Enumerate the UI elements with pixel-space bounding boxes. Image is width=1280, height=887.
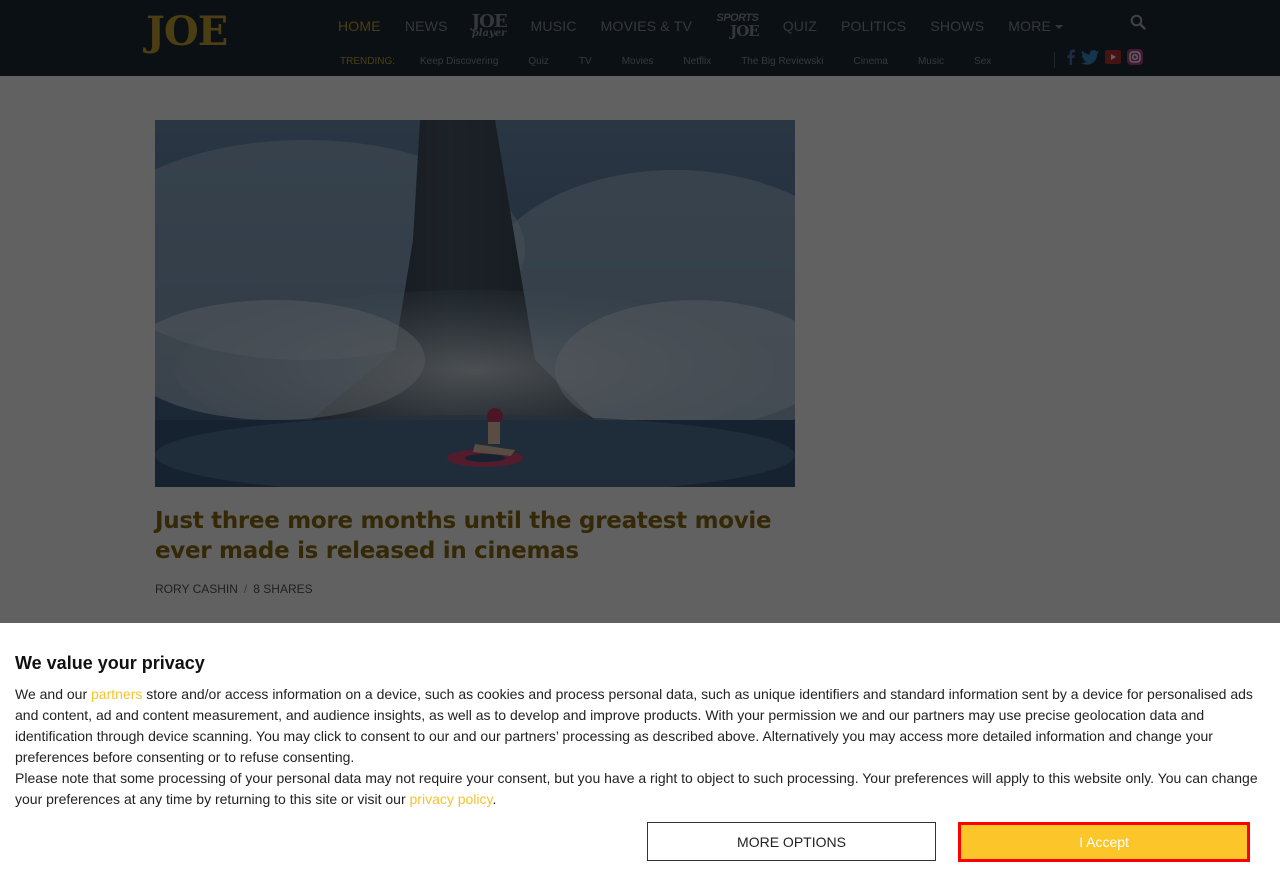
trending-item[interactable]: Movies — [622, 56, 654, 67]
trending-item[interactable]: Cinema — [853, 56, 887, 67]
trending-item[interactable]: Keep Discovering — [420, 56, 498, 67]
accept-button[interactable]: I Accept — [958, 822, 1250, 862]
nav-music[interactable]: MUSIC — [531, 18, 577, 34]
trending-item[interactable]: Quiz — [528, 56, 549, 67]
facebook-icon[interactable] — [1066, 49, 1075, 65]
trending-item[interactable]: Sex — [974, 56, 991, 67]
top-navbar: JOE HOME NEWS JOE player MUSIC MOVIES & … — [0, 0, 1280, 76]
trending-item[interactable]: The Big Reviewski — [741, 56, 823, 67]
youtube-icon[interactable] — [1105, 50, 1121, 64]
nav-shows[interactable]: SHOWS — [930, 18, 984, 34]
site-logo[interactable]: JOE — [146, 10, 228, 54]
twitter-icon[interactable] — [1081, 49, 1099, 65]
article-author[interactable]: RORY CASHIN — [155, 582, 238, 596]
privacy-policy-link[interactable]: privacy policy — [410, 791, 493, 807]
partners-link[interactable]: partners — [91, 686, 142, 702]
joe-player-subtitle: player — [471, 28, 507, 39]
sportsjoe-bottom: JOE — [730, 22, 760, 40]
nav-more[interactable]: MORE — [1008, 18, 1064, 34]
trending-item[interactable]: Music — [918, 56, 944, 67]
more-options-button[interactable]: MORE OPTIONS — [647, 822, 936, 861]
trending-label: TRENDING: — [340, 55, 395, 67]
trending-item[interactable]: Netflix — [683, 56, 711, 67]
nav-home[interactable]: HOME — [338, 18, 381, 34]
consent-p1-text: We and our — [15, 686, 92, 702]
trending-item[interactable]: TV — [579, 56, 592, 67]
nav-divider — [1054, 52, 1055, 68]
article-shares: 8 SHARES — [253, 582, 313, 596]
caret-down-icon — [1055, 25, 1064, 30]
instagram-icon[interactable] — [1127, 49, 1143, 65]
nav-more-label: MORE — [1008, 18, 1052, 34]
consent-p1-rest: store and/or access information on a dev… — [15, 686, 1253, 765]
hero-image[interactable] — [155, 120, 795, 487]
social-links — [1066, 49, 1143, 65]
consent-p2-text: Please note that some processing of your… — [15, 770, 1258, 807]
nav-movies-tv[interactable]: MOVIES & TV — [601, 18, 692, 34]
consent-body: We and our partners store and/or access … — [15, 684, 1260, 810]
article-title[interactable]: Just three more months until the greates… — [155, 506, 795, 566]
trending-bar: TRENDING: Keep Discovering Quiz TV Movie… — [340, 54, 1021, 68]
nav-news[interactable]: NEWS — [405, 18, 448, 34]
nav-sportsjoe-logo[interactable]: SPORTS JOE — [716, 13, 759, 39]
search-icon[interactable] — [1130, 14, 1146, 30]
nav-quiz[interactable]: QUIZ — [783, 18, 817, 34]
nav-politics[interactable]: POLITICS — [841, 18, 906, 34]
byline-separator: / — [243, 582, 248, 596]
main-nav: HOME NEWS JOE player MUSIC MOVIES & TV S… — [338, 8, 1087, 44]
article-byline: RORY CASHIN / 8 SHARES — [155, 582, 313, 596]
consent-heading: We value your privacy — [15, 653, 205, 673]
consent-p2-end: . — [492, 791, 497, 807]
consent-paragraph-2: Please note that some processing of your… — [15, 768, 1260, 810]
privacy-consent-banner: We value your privacy We and our partner… — [0, 623, 1280, 887]
nav-joe-player-logo[interactable]: JOE player — [471, 13, 508, 39]
consent-paragraph-1: We and our partners store and/or access … — [15, 684, 1260, 768]
